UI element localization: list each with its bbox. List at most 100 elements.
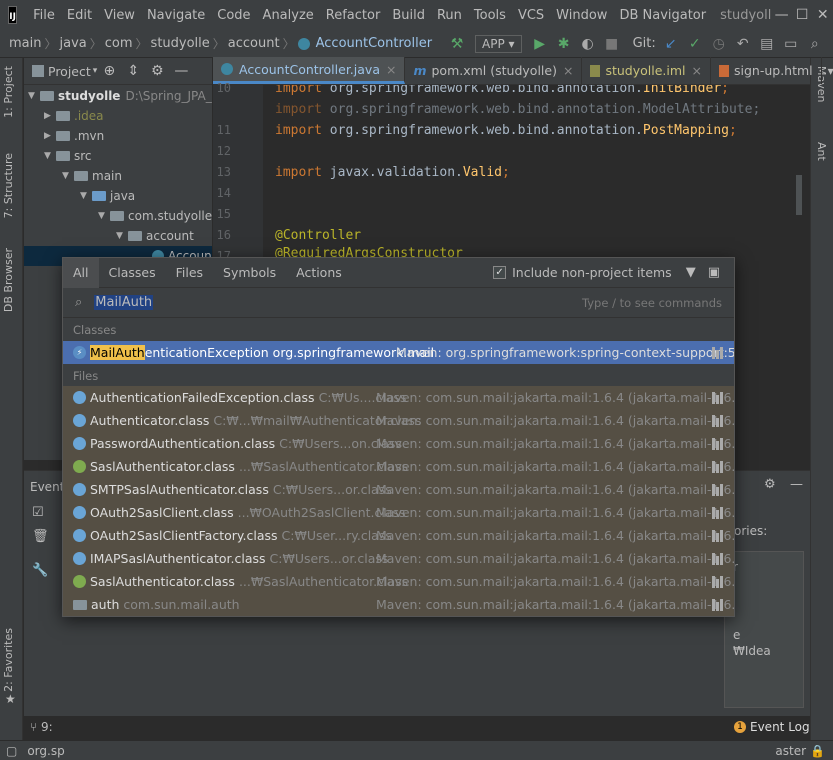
tab-structure[interactable]: 7: Structure	[2, 153, 15, 218]
menu-analyze[interactable]: Analyze	[257, 8, 320, 23]
result-class-mailauthenticationexception[interactable]: ⚡ MailAuth enticationException org.spring…	[63, 341, 734, 364]
tab-accountcontroller[interactable]: AccountController.java ×	[213, 57, 406, 84]
tab-files[interactable]: Files	[166, 258, 213, 288]
chevron-right-icon: 〉	[44, 37, 57, 51]
tab-actions[interactable]: Actions	[286, 258, 352, 288]
file-result-row[interactable]: AuthenticationFailedException.class C:₩Us…	[63, 386, 734, 409]
minimize-icon[interactable]: —	[771, 7, 792, 23]
event-log-button[interactable]: 1 Event Log	[734, 720, 810, 734]
git-rollback-icon[interactable]: ↶	[731, 36, 755, 52]
include-non-project-checkbox[interactable]: ✓	[493, 266, 507, 279]
trash-icon[interactable]: 🗑	[32, 529, 49, 544]
tree-item-main[interactable]: ▼ main	[62, 166, 122, 186]
tab-ant[interactable]: Ant	[815, 142, 828, 161]
breadcrumb-com[interactable]: com	[102, 36, 136, 51]
event-tab-label[interactable]: Event	[30, 480, 64, 494]
tree-item-idea[interactable]: ▶ .idea	[44, 106, 104, 126]
filter-icon[interactable]: ▼	[686, 265, 696, 280]
project-view-label[interactable]: Project	[48, 64, 91, 79]
open-in-window-icon[interactable]: ▣	[708, 265, 720, 280]
locate-icon[interactable]: ⊕	[97, 63, 121, 79]
tree-root[interactable]: ▼ studyolle D:\Spring_JPA_...	[28, 86, 212, 106]
tab-studyolle-iml[interactable]: studyolle.iml ×	[582, 57, 711, 84]
editor-scrollbar[interactable]	[796, 175, 802, 215]
menu-navigate[interactable]: Navigate	[141, 8, 211, 23]
close-icon[interactable]: ×	[692, 63, 702, 78]
file-result-row[interactable]: SMTPSaslAuthenticator.class C:₩Users...or…	[63, 478, 734, 501]
menu-view[interactable]: View	[98, 8, 141, 23]
breadcrumb-accountcontroller[interactable]: AccountController	[313, 36, 435, 51]
breadcrumb-studyolle[interactable]: studyolle	[148, 36, 213, 51]
file-result-row[interactable]: OAuth2SaslClient.class ...₩OAuth2SaslClie…	[63, 501, 734, 524]
checkbox-icon[interactable]: ☑	[32, 505, 44, 520]
close-icon[interactable]: ✕	[812, 7, 833, 23]
star-icon[interactable]: ★	[5, 692, 16, 706]
wrench-icon[interactable]: 🔧	[32, 563, 48, 578]
close-icon[interactable]: ×	[563, 63, 573, 78]
hide-icon[interactable]: —	[169, 63, 193, 79]
menu-db-navigator[interactable]: DB Navigator	[613, 8, 712, 23]
tree-item-account[interactable]: ▼ account	[116, 226, 194, 246]
git-history-icon[interactable]: ◷	[707, 36, 731, 52]
stop-icon[interactable]: ■	[600, 36, 624, 52]
project-pane-header: Project ▾ ⊕ ⇕ ⚙ —	[24, 58, 212, 85]
side-panel: r e ₩Idea	[724, 551, 804, 708]
tree-item-mvn[interactable]: ▶ .mvn	[44, 126, 104, 146]
tab-project[interactable]: 1: Project	[2, 66, 15, 118]
run-icon[interactable]: ▶	[528, 36, 552, 52]
git-commit-icon[interactable]: ✓	[683, 36, 707, 52]
git-update-icon[interactable]: ↙	[659, 36, 683, 52]
tree-item-com-studyolle[interactable]: ▼ com.studyolle	[98, 206, 212, 226]
line-number: 12	[216, 144, 231, 158]
lock-icon[interactable]: 🔒	[810, 744, 825, 758]
breadcrumb-java[interactable]: java	[57, 36, 90, 51]
tab-classes[interactable]: Classes	[99, 258, 166, 288]
menu-window[interactable]: Window	[550, 8, 613, 23]
tree-item-src[interactable]: ▼ src	[44, 146, 92, 166]
close-icon[interactable]: ×	[386, 62, 396, 77]
file-result-row[interactable]: SaslAuthenticator.class ...₩SaslAuthentic…	[63, 455, 734, 478]
tab-symbols[interactable]: Symbols	[213, 258, 286, 288]
coverage-icon[interactable]: ◐	[576, 36, 600, 52]
search-everywhere-icon[interactable]: ⌕	[803, 36, 827, 52]
tab-db-browser[interactable]: DB Browser	[2, 248, 15, 312]
file-result-row[interactable]: IMAPSaslAuthenticator.class C:₩Users...or…	[63, 547, 734, 570]
chevron-down-icon[interactable]: ▾	[822, 64, 833, 84]
maximize-icon[interactable]: ☐	[792, 7, 813, 23]
file-result-row[interactable]: SaslAuthenticator.class ...₩SaslAuthentic…	[63, 570, 734, 593]
terminal-icon[interactable]: ▭	[779, 36, 803, 52]
build-hammer-icon[interactable]: ⚒	[445, 36, 469, 52]
tab-pom-xml[interactable]: m pom.xml (studyolle) ×	[405, 57, 583, 84]
project-structure-icon[interactable]: ▤	[755, 36, 779, 52]
breadcrumb-account[interactable]: account	[225, 36, 283, 51]
search-input[interactable]: MailAuth	[94, 295, 154, 310]
menu-file[interactable]: File	[27, 8, 61, 23]
menu-vcs[interactable]: VCS	[512, 8, 550, 23]
gear-icon[interactable]: ⚙	[764, 477, 776, 492]
menu-run[interactable]: Run	[431, 8, 468, 23]
run-config-select[interactable]: APP ▾	[475, 34, 522, 53]
file-result-row[interactable]: OAuth2SaslClientFactory.class C:₩User...r…	[63, 524, 734, 547]
panel-toggle-icon[interactable]: ▢	[6, 744, 17, 758]
menu-tools[interactable]: Tools	[468, 8, 512, 23]
file-result-row[interactable]: auth com.sun.mail.auth Maven: com.sun.mail…	[63, 593, 734, 616]
menu-build[interactable]: Build	[386, 8, 431, 23]
menu-code[interactable]: Code	[211, 8, 256, 23]
collapse-all-icon[interactable]: ⇕	[121, 63, 145, 79]
tab-sign-up-html[interactable]: sign-up.html	[711, 57, 822, 84]
tree-item-label: main	[92, 169, 122, 183]
tree-item-java[interactable]: ▼ java	[80, 186, 135, 206]
result-name: PasswordAuthentication.class	[90, 436, 276, 451]
menu-edit[interactable]: Edit	[61, 8, 98, 23]
debug-bug-icon[interactable]: ✱	[552, 36, 576, 52]
menu-refactor[interactable]: Refactor	[320, 8, 387, 23]
tab-9[interactable]: ⑂ 9:	[30, 720, 53, 734]
file-result-row[interactable]: Authenticator.class C:₩...₩mail₩Authentic…	[63, 409, 734, 432]
tab-favorites[interactable]: 2: Favorites	[2, 628, 15, 692]
hide-icon[interactable]: —	[790, 477, 803, 492]
tab-all[interactable]: All	[63, 257, 99, 288]
git-branch[interactable]: aster	[775, 744, 806, 758]
file-result-row[interactable]: PasswordAuthentication.class C:₩Users...o…	[63, 432, 734, 455]
breadcrumb-main[interactable]: main	[6, 36, 44, 51]
gear-icon[interactable]: ⚙	[145, 63, 169, 79]
